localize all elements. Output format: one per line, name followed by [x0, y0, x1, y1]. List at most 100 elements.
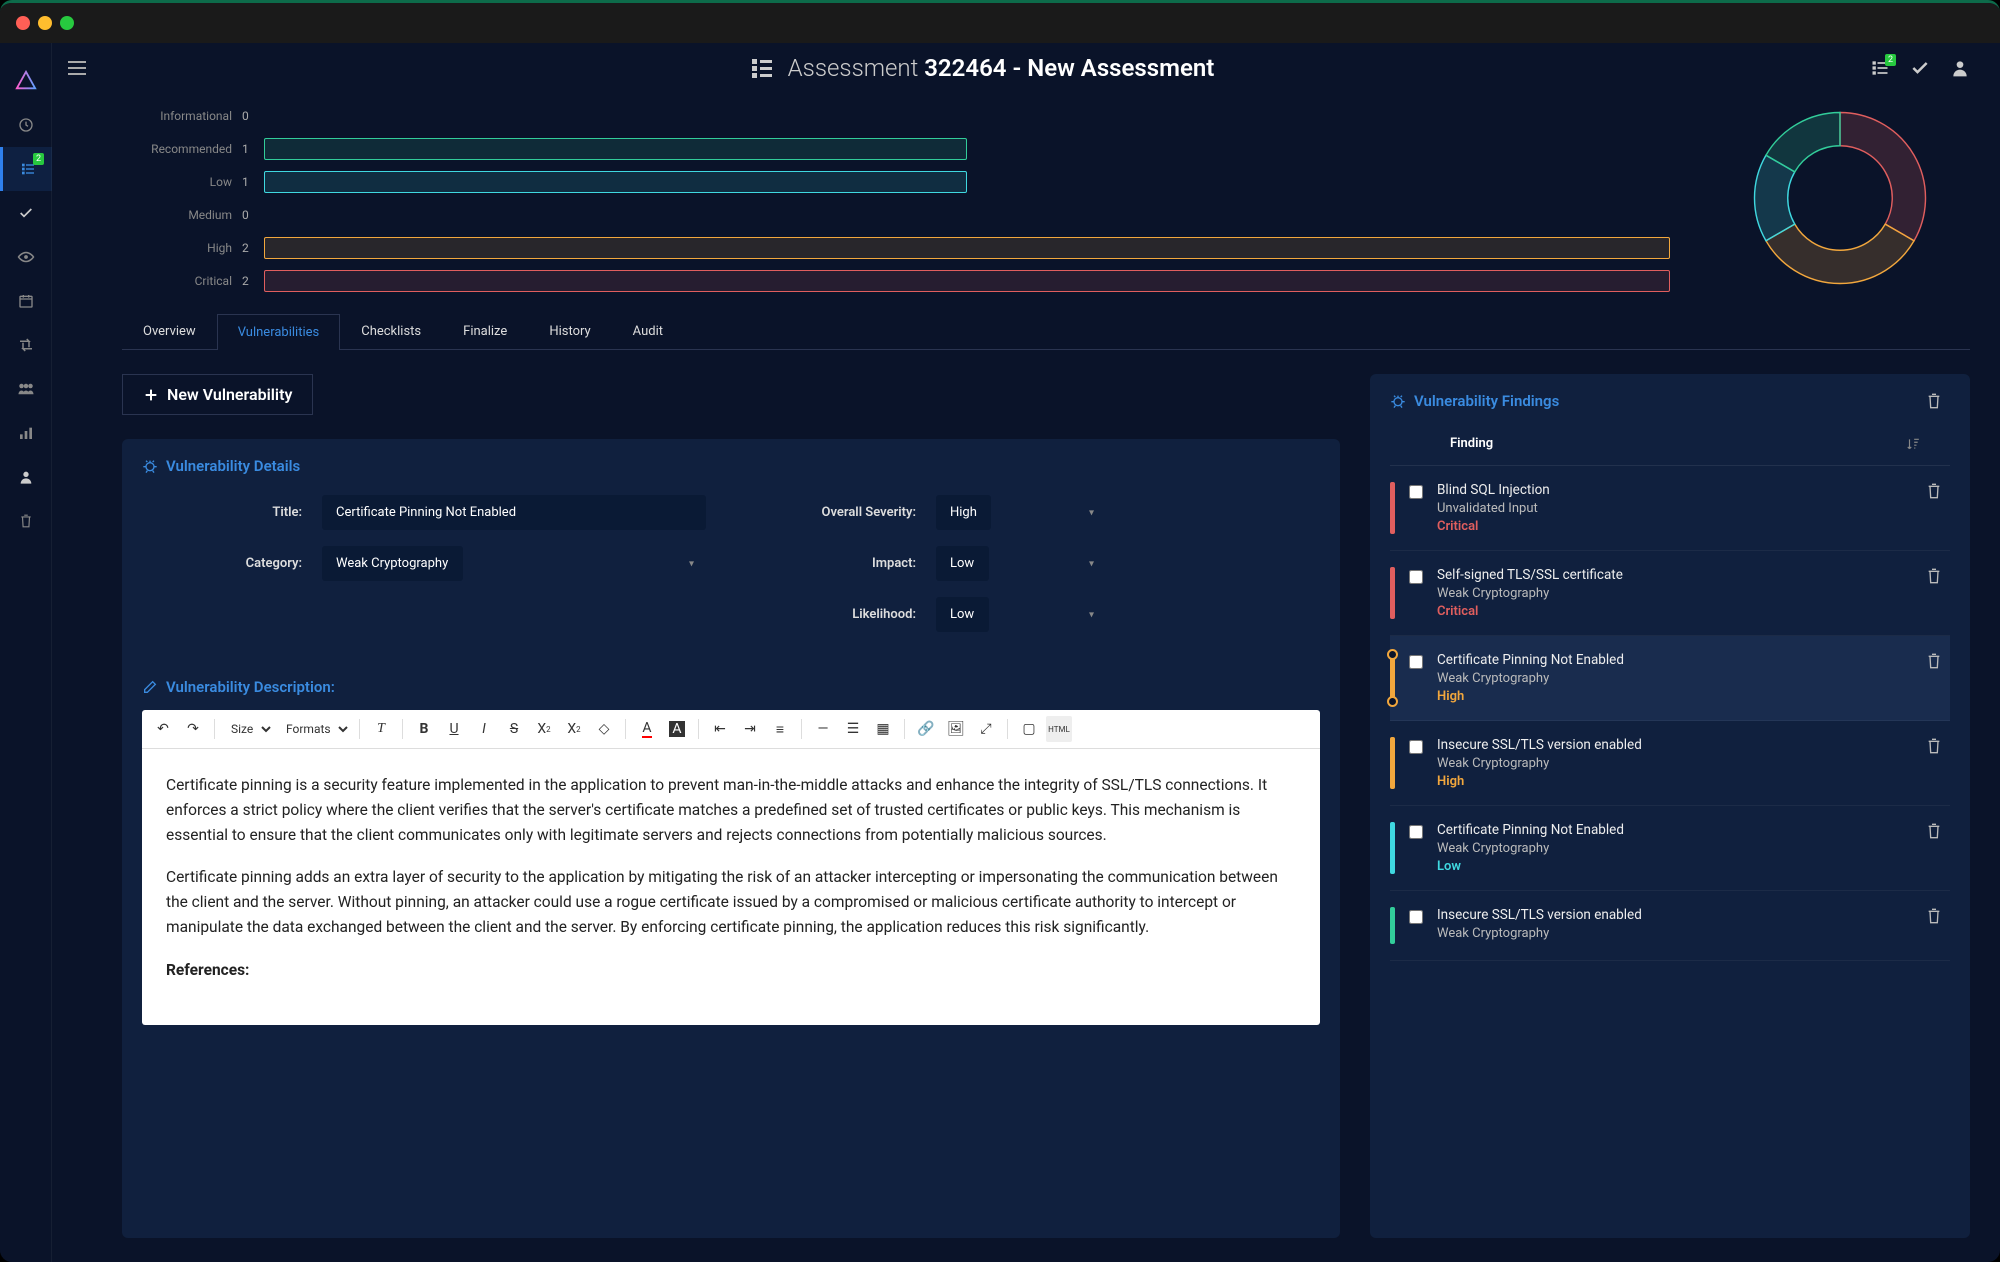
select-likelihood[interactable]: Low	[936, 597, 989, 632]
topbar-user-icon[interactable]	[1950, 58, 1970, 78]
finding-row[interactable]: Certificate Pinning Not EnabledWeak Cryp…	[1390, 806, 1950, 891]
sidebar-item-analytics[interactable]	[0, 411, 52, 455]
sidebar-item-user[interactable]	[0, 455, 52, 499]
delete-all-findings-button[interactable]	[1926, 392, 1942, 410]
plus-icon	[143, 387, 159, 403]
sidebar-item-view[interactable]	[0, 235, 52, 279]
finding-title: Certificate Pinning Not Enabled	[1437, 652, 1912, 668]
finding-row[interactable]: Insecure SSL/TLS version enabledWeak Cry…	[1390, 891, 1950, 961]
vulnerability-findings-panel: Vulnerability Findings Finding	[1370, 374, 1970, 1238]
tab-history[interactable]: History	[528, 313, 611, 349]
toolbar-clear-format[interactable]: T	[368, 716, 394, 742]
tab-overview[interactable]: Overview	[122, 313, 217, 349]
finding-severity: High	[1437, 774, 1912, 789]
toolbar-formats-select[interactable]: Formats	[278, 717, 351, 741]
toolbar-text-color[interactable]: A	[634, 716, 660, 742]
bar-row-recommended: Recommended1	[122, 132, 1670, 165]
toolbar-redo[interactable]: ↷	[180, 716, 206, 742]
finding-checkbox[interactable]	[1409, 740, 1423, 754]
delete-finding-button[interactable]	[1926, 567, 1942, 585]
toolbar-indent[interactable]: ⇥	[737, 716, 763, 742]
sidebar-item-assessments[interactable]: 2	[0, 147, 52, 191]
bar-row-critical: Critical2	[122, 264, 1670, 297]
toolbar-image[interactable]: 🖼	[943, 716, 969, 742]
toolbar-eraser[interactable]: ◇	[591, 716, 617, 742]
delete-finding-button[interactable]	[1926, 737, 1942, 755]
finding-severity: Low	[1437, 859, 1912, 874]
toolbar-align[interactable]: ≡	[767, 716, 793, 742]
sidebar-item-users[interactable]	[0, 367, 52, 411]
toolbar-size-select[interactable]: Size	[223, 717, 274, 741]
sidebar-item-dashboard[interactable]	[0, 103, 52, 147]
toolbar-hr[interactable]: —	[810, 716, 836, 742]
topbar-check-icon[interactable]	[1910, 58, 1930, 78]
toolbar-show-blocks[interactable]: ▢	[1016, 716, 1042, 742]
toolbar-italic[interactable]: I	[471, 716, 497, 742]
delete-finding-button[interactable]	[1926, 907, 1942, 925]
finding-checkbox[interactable]	[1409, 570, 1423, 584]
toolbar-superscript[interactable]: X2	[561, 716, 587, 742]
sort-button[interactable]	[1906, 437, 1920, 451]
top-actions: 2	[1870, 58, 1970, 78]
toolbar-strike[interactable]: S	[501, 716, 527, 742]
finding-row[interactable]: Insecure SSL/TLS version enabledWeak Cry…	[1390, 721, 1950, 806]
finding-category: Weak Cryptography	[1437, 926, 1912, 941]
select-severity[interactable]: High	[936, 495, 991, 530]
toolbar-bold[interactable]: B	[411, 716, 437, 742]
minimize-window-dot[interactable]	[38, 16, 52, 30]
delete-finding-button[interactable]	[1926, 652, 1942, 670]
tab-audit[interactable]: Audit	[612, 313, 684, 349]
label-likelihood: Likelihood:	[756, 607, 916, 622]
page-title: Assessment 322464 - New Assessment	[748, 54, 1215, 82]
toolbar-link[interactable]: 🔗	[913, 716, 939, 742]
new-vulnerability-button[interactable]: New Vulnerability	[122, 374, 313, 415]
toolbar-list[interactable]: ☰	[840, 716, 866, 742]
tab-finalize[interactable]: Finalize	[442, 313, 528, 349]
sidebar-item-calendar[interactable]	[0, 279, 52, 323]
vulnerability-details-panel: Vulnerability Details Title: Category:	[122, 439, 1340, 1238]
toolbar-bg-color[interactable]: A	[664, 716, 690, 742]
input-title[interactable]	[322, 495, 706, 530]
toolbar-table[interactable]: ▦	[870, 716, 896, 742]
page-title-text: Assessment 322464 - New Assessment	[788, 54, 1215, 82]
finding-checkbox[interactable]	[1409, 485, 1423, 499]
sidebar-item-trash[interactable]	[0, 499, 52, 543]
editor-body[interactable]: Certificate pinning is a security featur…	[142, 749, 1320, 1025]
finding-checkbox[interactable]	[1409, 910, 1423, 924]
finding-category: Weak Cryptography	[1437, 756, 1912, 771]
sidebar-item-approve[interactable]	[0, 191, 52, 235]
topbar-assessments-icon[interactable]: 2	[1870, 58, 1890, 78]
tab-checklists[interactable]: Checklists	[340, 313, 442, 349]
toolbar-code-view[interactable]: HTML	[1046, 716, 1072, 742]
sidebar-badge: 2	[33, 153, 44, 165]
maximize-window-dot[interactable]	[60, 16, 74, 30]
finding-severity: Critical	[1437, 519, 1912, 534]
delete-finding-button[interactable]	[1926, 822, 1942, 840]
sidebar-logo[interactable]	[0, 59, 52, 103]
toolbar-outdent[interactable]: ⇤	[707, 716, 733, 742]
severity-bar-chart: Informational0Recommended1Low1Medium0Hig…	[122, 99, 1670, 297]
finding-row[interactable]: Blind SQL InjectionUnvalidated InputCrit…	[1390, 466, 1950, 551]
finding-title: Blind SQL Injection	[1437, 482, 1912, 498]
finding-row[interactable]: Self-signed TLS/SSL certificate Weak Cryp…	[1390, 551, 1950, 636]
delete-finding-button[interactable]	[1926, 482, 1942, 500]
finding-row[interactable]: Certificate Pinning Not EnabledWeak Cryp…	[1390, 636, 1950, 721]
toolbar-fullscreen[interactable]: ⤢	[973, 716, 999, 742]
finding-checkbox[interactable]	[1409, 825, 1423, 839]
select-category[interactable]: Weak Cryptography	[322, 546, 463, 581]
bar-row-high: High2	[122, 231, 1670, 264]
bug-icon	[1390, 393, 1406, 409]
select-impact[interactable]: Low	[936, 546, 989, 581]
finding-title: Self-signed TLS/SSL certificate	[1437, 567, 1912, 583]
sidebar-item-retweet[interactable]	[0, 323, 52, 367]
close-window-dot[interactable]	[16, 16, 30, 30]
toolbar-undo[interactable]: ↶	[150, 716, 176, 742]
finding-category: Weak Cryptography	[1437, 586, 1912, 601]
tab-vulnerabilities[interactable]: Vulnerabilities	[217, 314, 341, 350]
finding-severity: High	[1437, 689, 1912, 704]
menu-toggle[interactable]	[62, 53, 92, 83]
finding-checkbox[interactable]	[1409, 655, 1423, 669]
toolbar-subscript[interactable]: X2	[531, 716, 557, 742]
toolbar-underline[interactable]: U	[441, 716, 467, 742]
bug-icon	[142, 458, 158, 474]
